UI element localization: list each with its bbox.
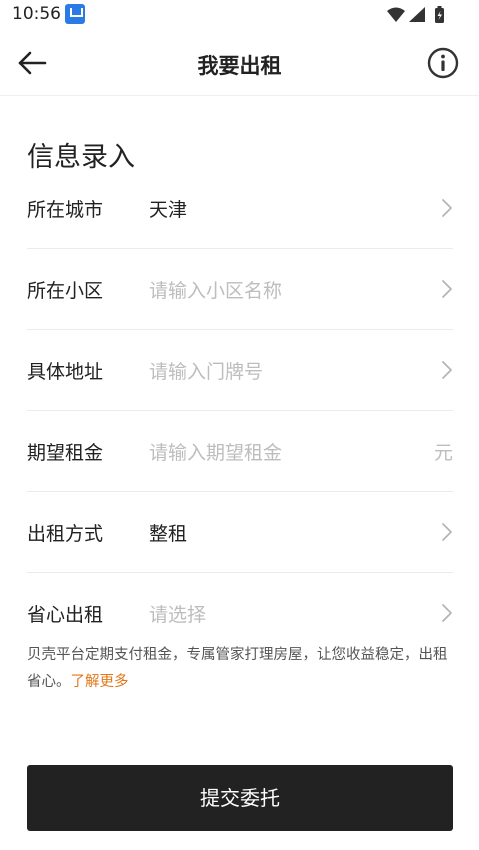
hassle-free-select[interactable]: 请选择	[149, 600, 206, 627]
chevron-right-icon	[442, 604, 452, 622]
community-label: 所在小区	[27, 280, 104, 302]
chevron-right-icon	[442, 361, 452, 379]
info-button[interactable]	[427, 47, 459, 79]
info-circle-icon	[427, 47, 459, 79]
community-input[interactable]: 请输入小区名称	[149, 276, 282, 303]
page-title: 我要出租	[197, 54, 282, 78]
chevron-right-icon	[442, 280, 452, 298]
rental-type-label: 出租方式	[27, 523, 104, 545]
city-value: 天津	[149, 199, 188, 221]
wifi-icon	[387, 7, 405, 22]
address-label: 具体地址	[27, 361, 104, 383]
city-label: 所在城市	[27, 199, 104, 221]
cellular-signal-icon	[409, 7, 425, 22]
rental-type-row[interactable]: 出租方式 整租	[27, 492, 453, 573]
submit-button[interactable]: 提交委托	[27, 765, 453, 831]
chevron-right-icon	[442, 523, 452, 541]
rent-label: 期望租金	[27, 442, 104, 464]
rental-form: 所在城市 天津 所在小区 请输入小区名称 具体地址 请输入门牌号 期望租金 请输…	[27, 168, 453, 635]
address-row[interactable]: 具体地址 请输入门牌号	[27, 330, 453, 411]
rental-type-value: 整租	[149, 523, 188, 545]
system-status-icons	[387, 6, 444, 23]
community-row[interactable]: 所在小区 请输入小区名称	[27, 249, 453, 330]
app-notification-icon	[65, 4, 85, 24]
rent-unit: 元	[433, 442, 453, 464]
rent-row[interactable]: 期望租金 请输入期望租金 元	[27, 411, 453, 492]
address-input[interactable]: 请输入门牌号	[149, 357, 263, 384]
hassle-free-hint: 贝壳平台定期支付租金，专属管家打理房屋，让您收益稳定，出租省心。了解更多	[27, 642, 453, 696]
rent-input[interactable]: 请输入期望租金	[149, 438, 282, 465]
status-bar: 10:56	[0, 0, 479, 30]
chevron-right-icon	[442, 199, 452, 217]
hassle-free-row[interactable]: 省心出租 请选择	[27, 573, 453, 635]
city-row[interactable]: 所在城市 天津	[27, 168, 453, 249]
status-time: 10:56	[12, 4, 61, 24]
learn-more-link[interactable]: 了解更多	[71, 674, 129, 690]
nav-bar: 我要出租	[0, 30, 479, 96]
hassle-free-label: 省心出租	[27, 604, 104, 626]
